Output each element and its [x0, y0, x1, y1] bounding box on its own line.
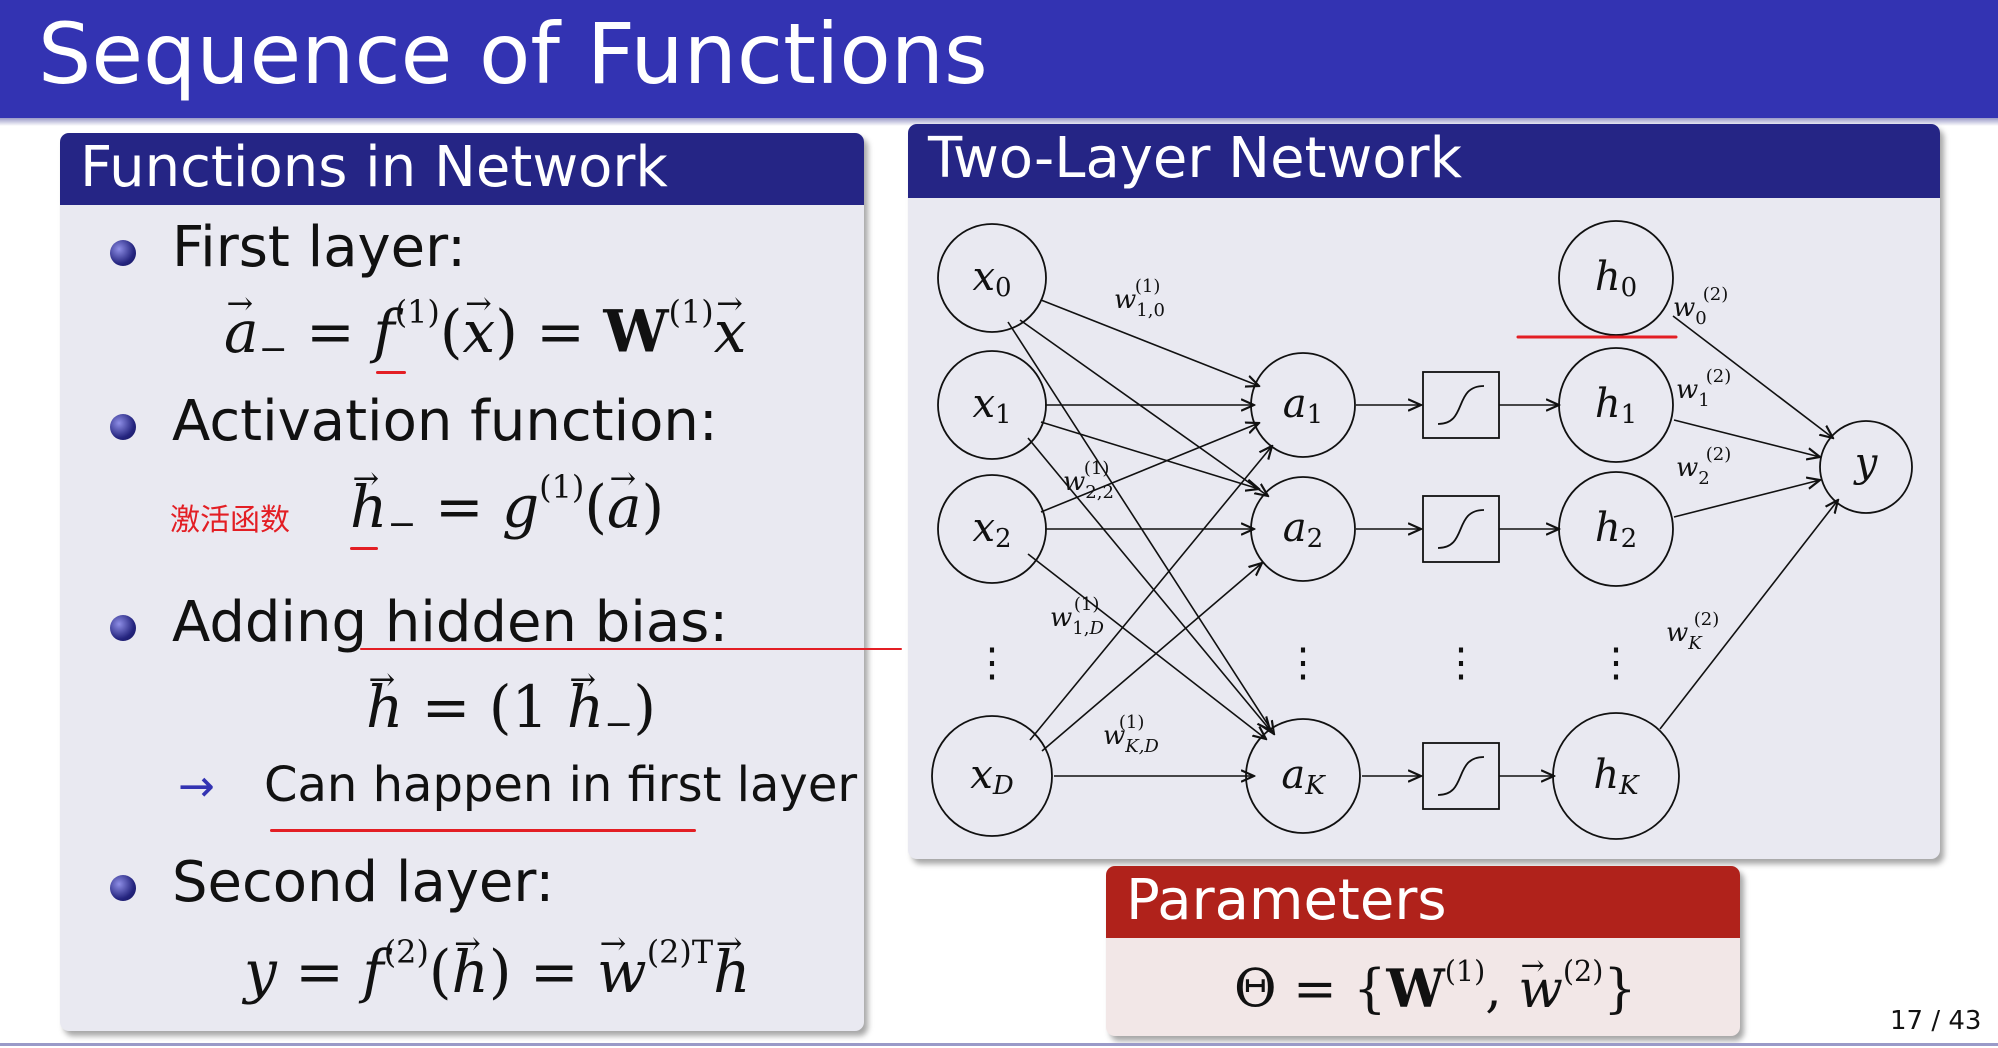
hidden-bias-label: Adding hidden bias: — [172, 590, 729, 655]
bullet-icon — [110, 875, 136, 901]
arrow-icon: → — [178, 761, 215, 812]
svg-text:⋮: ⋮ — [972, 640, 1012, 686]
functions-block-header: Functions in Network — [60, 133, 864, 205]
parameters-block-header: Parameters — [1106, 866, 1740, 938]
svg-text:x1: x1 — [972, 381, 1011, 430]
activation-equation: h− = g(1)(a) — [350, 459, 664, 544]
hidden-bias-connector-line — [360, 648, 902, 650]
functions-block-title: Functions in Network — [80, 135, 668, 200]
footer-line — [0, 1043, 1998, 1046]
svg-text:w1(2): w1(2) — [1676, 366, 1731, 411]
svg-text:w0(2): w0(2) — [1673, 284, 1728, 329]
underline-f-annotation — [376, 371, 406, 374]
svg-text:w1,D(1): w1,D(1) — [1050, 594, 1104, 639]
svg-text:w2,2(1): w2,2(1) — [1063, 458, 1114, 503]
bullet-icon — [110, 414, 136, 440]
svg-text:x0: x0 — [972, 254, 1011, 303]
hidden-bias-equation: h = (1 h−) — [366, 660, 656, 745]
first-layer-edges — [1007, 299, 1274, 776]
svg-text:w2(2): w2(2) — [1676, 444, 1731, 489]
second-layer-equation: y = f(2)(h) = w(2)Th — [244, 924, 751, 1005]
parameters-block: Parameters Θ = {W(1), w(2)} — [1106, 866, 1740, 1036]
hidden-bias-note: Can happen in first layer — [264, 757, 858, 813]
svg-text:w1,0(1): w1,0(1) — [1114, 276, 1165, 321]
svg-text:h2: h2 — [1595, 505, 1637, 554]
parameters-block-title: Parameters — [1126, 868, 1447, 933]
svg-text:hK: hK — [1593, 752, 1640, 801]
network-block: Two-Layer Network x0 x1 x2 xD a1 a2 aK h… — [908, 124, 1940, 859]
underline-first-layer-note — [270, 829, 696, 832]
svg-text:aK: aK — [1281, 752, 1326, 801]
second-layer-label: Second layer: — [172, 850, 555, 915]
slide-title-bar: Sequence of Functions — [0, 0, 1998, 118]
svg-text:h1: h1 — [1595, 381, 1637, 430]
svg-text:wK,D(1): wK,D(1) — [1103, 712, 1159, 757]
first-layer-equation: a− = f(1)(x) = W(1)x — [224, 284, 746, 369]
sigmoid-boxes — [1422, 371, 1500, 810]
page-number: 17 / 43 — [1890, 1006, 1982, 1036]
svg-text:wK(2): wK(2) — [1666, 609, 1719, 654]
svg-text:a2: a2 — [1283, 505, 1323, 554]
functions-block: Functions in Network First layer: a− = f… — [60, 133, 864, 1031]
first-layer-label: First layer: — [172, 215, 467, 280]
svg-text:h0: h0 — [1595, 254, 1637, 303]
activation-label: Activation function: — [172, 389, 718, 454]
bullet-icon — [110, 240, 136, 266]
svg-text:⋮: ⋮ — [1441, 640, 1481, 686]
underline-h-annotation — [350, 547, 378, 550]
activation-annotation: 激活函数 — [170, 503, 290, 538]
activation-edges — [1356, 405, 1559, 776]
network-diagram: x0 x1 x2 xD a1 a2 aK h0 h1 h2 hK y ⋮ ⋮ ⋮… — [931, 220, 1913, 840]
svg-text:⋮: ⋮ — [1283, 640, 1323, 686]
svg-text:x2: x2 — [972, 505, 1011, 554]
svg-text:a1: a1 — [1283, 381, 1323, 430]
svg-text:y: y — [1853, 440, 1879, 486]
slide-title: Sequence of Functions — [38, 5, 988, 103]
svg-text:xD: xD — [970, 752, 1014, 801]
bullet-icon — [110, 615, 136, 641]
parameters-equation: Θ = {W(1), w(2)} — [1234, 948, 1636, 1020]
svg-text:⋮: ⋮ — [1596, 640, 1636, 686]
